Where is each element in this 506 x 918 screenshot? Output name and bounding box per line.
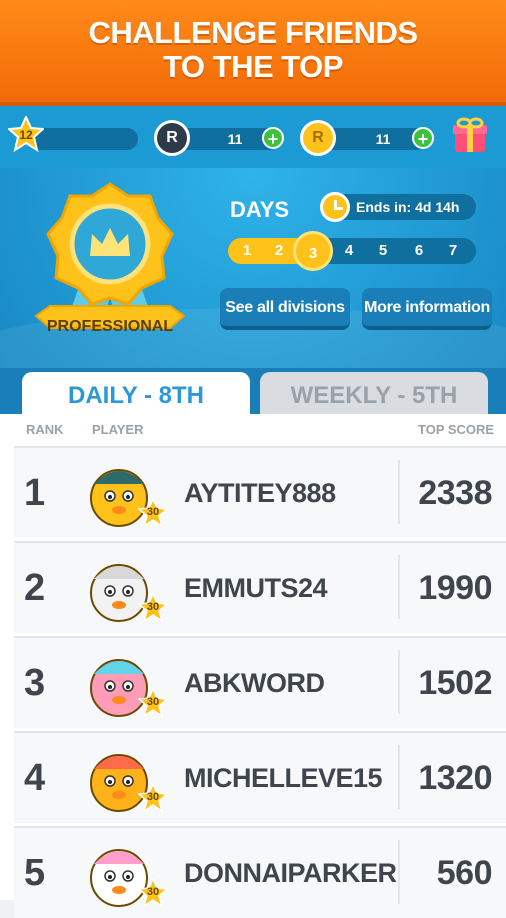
player-level-star-icon: 30 bbox=[137, 592, 169, 623]
score-divider bbox=[398, 840, 400, 904]
column-rank: RANK bbox=[26, 422, 64, 437]
player-name: ABKWORD bbox=[184, 668, 325, 698]
day-6: 6 bbox=[414, 242, 424, 259]
division-name: PROFESSIONAL bbox=[46, 318, 174, 335]
player-name: EMMUTS24 bbox=[184, 573, 328, 603]
player-name: DONNAIPARKER bbox=[184, 858, 397, 888]
player-score: 1320 bbox=[418, 759, 492, 797]
add-tokens-button[interactable]: + bbox=[262, 127, 284, 149]
player-level-star-icon: 30 bbox=[137, 687, 169, 718]
add-coins-button[interactable]: + bbox=[412, 127, 434, 149]
clock-icon bbox=[320, 192, 350, 222]
player-level: 30 bbox=[146, 601, 160, 613]
row-rank: 3 bbox=[24, 662, 46, 704]
day-1: 1 bbox=[242, 242, 252, 259]
banner-line-1: CHALLENGE FRIENDS bbox=[88, 15, 418, 50]
row-rank: 2 bbox=[24, 567, 46, 609]
player-level: 30 bbox=[146, 791, 160, 803]
player-score: 2338 bbox=[418, 474, 492, 512]
coin-icon: R bbox=[300, 120, 336, 156]
gift-icon[interactable] bbox=[452, 116, 488, 154]
row-rank: 5 bbox=[24, 852, 46, 894]
player-score: 560 bbox=[436, 854, 493, 892]
player-level: 30 bbox=[146, 886, 160, 898]
player-level-star-icon: 30 bbox=[137, 782, 169, 813]
player-level-star-icon: 30 bbox=[137, 497, 169, 528]
more-information-button[interactable]: More information bbox=[362, 288, 492, 330]
score-divider bbox=[398, 555, 400, 619]
player-level: 30 bbox=[146, 696, 160, 708]
days-title: DAYS bbox=[230, 197, 290, 222]
see-all-divisions-button[interactable]: See all divisions bbox=[220, 288, 350, 330]
player-level: 30 bbox=[146, 506, 160, 518]
score-divider bbox=[398, 745, 400, 809]
xp-progress-bar bbox=[30, 128, 138, 150]
banner-line-2: TO THE TOP bbox=[163, 49, 343, 84]
player-score: 1502 bbox=[418, 664, 492, 702]
player-score: 1990 bbox=[418, 569, 492, 607]
column-player: PLAYER bbox=[92, 422, 144, 437]
day-5: 5 bbox=[378, 242, 388, 259]
day-3: 3 bbox=[293, 231, 333, 271]
player-name: MICHELLEVE15 bbox=[184, 763, 383, 793]
day-2: 2 bbox=[274, 242, 284, 259]
row-rank: 1 bbox=[24, 472, 46, 514]
level-number: 12 bbox=[19, 128, 33, 142]
score-divider bbox=[398, 460, 400, 524]
player-name: AYTITEY888 bbox=[184, 478, 336, 508]
day-7: 7 bbox=[448, 242, 458, 259]
score-divider bbox=[398, 650, 400, 714]
row-rank: 4 bbox=[24, 757, 46, 799]
column-top-score: TOP SCORE bbox=[418, 422, 495, 437]
tab-daily[interactable]: DAILY - 8TH bbox=[22, 372, 250, 418]
player-level-star-icon: 30 bbox=[137, 877, 169, 908]
token-icon: R bbox=[154, 120, 190, 156]
day-4: 4 bbox=[344, 242, 354, 259]
header-banner: CHALLENGE FRIENDS TO THE TOP bbox=[0, 0, 506, 106]
tab-weekly[interactable]: WEEKLY - 5TH bbox=[260, 372, 488, 418]
